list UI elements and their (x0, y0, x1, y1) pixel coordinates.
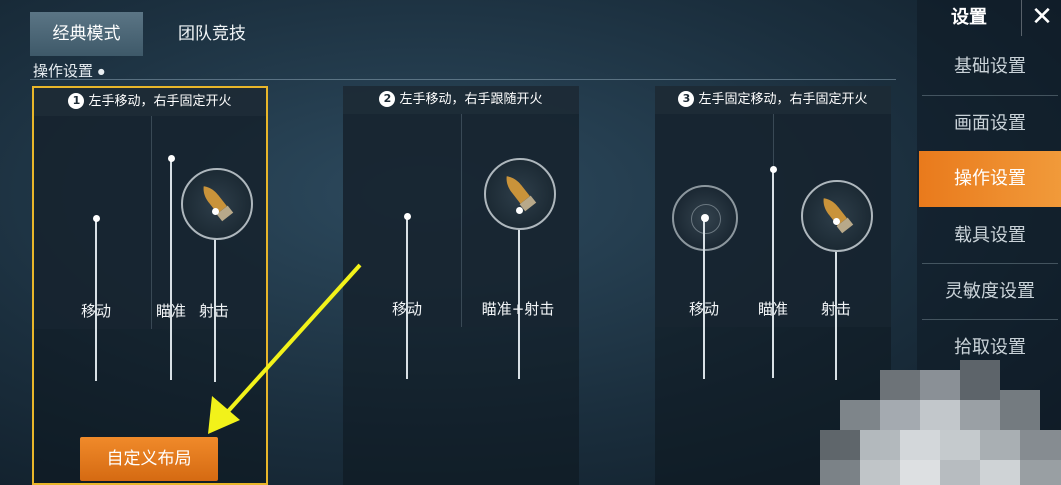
close-icon[interactable]: ✕ (1021, 0, 1061, 36)
sidebar-item-basic[interactable]: 基础设置 (919, 39, 1061, 95)
pixelated-overlay (820, 360, 1061, 485)
custom-layout-button[interactable]: 自定义布局 (80, 437, 218, 481)
settings-title: 设置 (951, 7, 987, 28)
sidebar-item-graphics[interactable]: 画面设置 (919, 96, 1061, 152)
sidebar-item-vehicle[interactable]: 载具设置 (919, 208, 1061, 264)
sidebar-item-controls[interactable]: 操作设置 (919, 151, 1061, 207)
sidebar-item-sensitivity[interactable]: 灵敏度设置 (919, 264, 1061, 320)
